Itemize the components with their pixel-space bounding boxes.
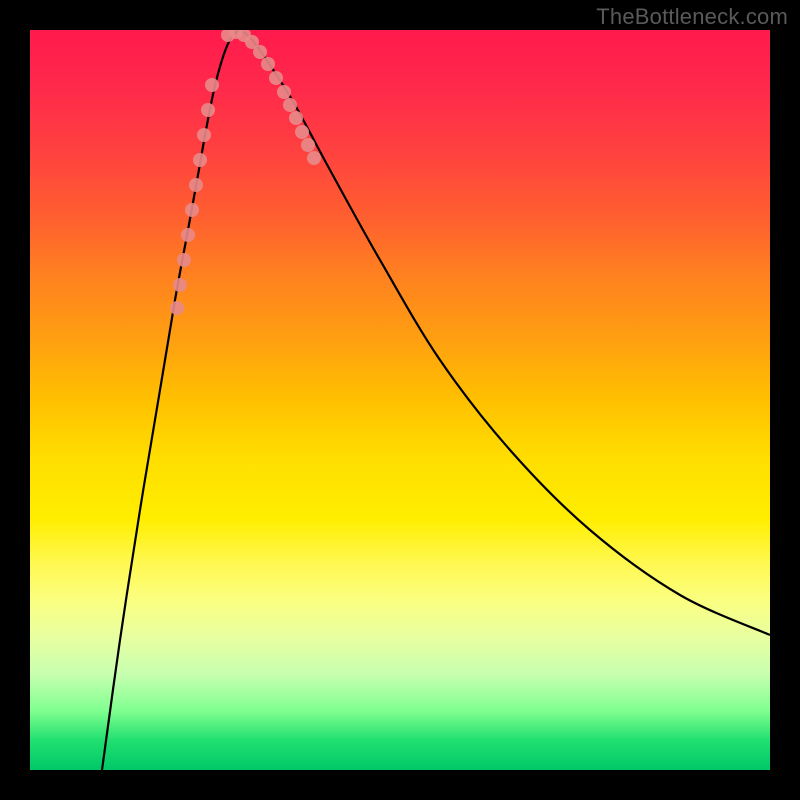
marker-point <box>173 278 187 292</box>
marker-point <box>261 57 275 71</box>
marker-point <box>197 128 211 142</box>
marker-point <box>181 228 195 242</box>
chart-frame: TheBottleneck.com <box>0 0 800 800</box>
marker-point <box>185 203 199 217</box>
marker-point <box>289 111 303 125</box>
bottleneck-curve <box>102 31 770 770</box>
marker-point <box>201 103 215 117</box>
marker-point <box>253 45 267 59</box>
marker-point <box>269 71 283 85</box>
marker-point <box>301 138 315 152</box>
plot-area <box>30 30 770 770</box>
marker-point <box>193 153 207 167</box>
watermark-text: TheBottleneck.com <box>596 4 788 30</box>
highlight-markers <box>170 30 321 315</box>
marker-point <box>283 98 297 112</box>
marker-point <box>295 125 309 139</box>
marker-point <box>307 151 321 165</box>
marker-point <box>177 253 191 267</box>
curve-layer <box>30 30 770 770</box>
marker-point <box>205 78 219 92</box>
marker-point <box>189 178 203 192</box>
marker-point <box>170 301 184 315</box>
marker-point <box>277 85 291 99</box>
